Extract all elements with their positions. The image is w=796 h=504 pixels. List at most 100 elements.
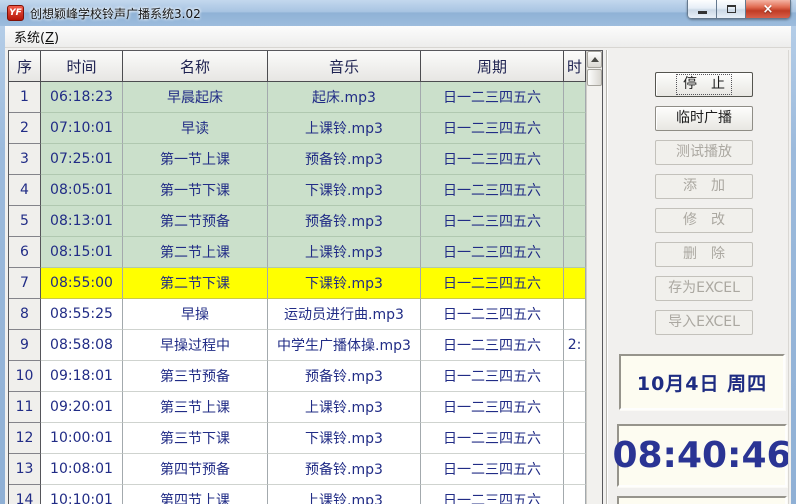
button-add-label: 添 加	[683, 178, 725, 195]
cell-music: 预备铃.mp3	[268, 361, 421, 392]
cell-period: 日一二三四五六	[421, 330, 564, 361]
cell-music: 上课铃.mp3	[268, 237, 421, 268]
cell-music: 上课铃.mp3	[268, 113, 421, 144]
table-header-row: 序时间 名称 音乐 周期时	[9, 51, 602, 82]
app-icon: YF	[7, 5, 24, 21]
maximize-button[interactable]	[716, 0, 745, 19]
table-row[interactable]: 14 10:10:01 第四节上课 上课铃.mp3 日一二三四五六	[9, 485, 602, 504]
button-stop[interactable]: 停 止	[655, 72, 753, 97]
cell-duration	[564, 268, 586, 299]
menu-system-accelerator: Z	[45, 31, 54, 46]
cell-period: 日一二三四五六	[421, 175, 564, 206]
cell-duration: 2:	[564, 330, 586, 361]
table-row[interactable]: 13 10:08:01 第四节预备 预备铃.mp3 日一二三四五六	[9, 454, 602, 485]
table-row[interactable]: 5 08:13:01 第二节预备 预备铃.mp3 日一二三四五六	[9, 206, 602, 237]
table-row[interactable]: 9 08:58:08 早操过程中 中学生广播体操.mp3 日一二三四五六 2:	[9, 330, 602, 361]
column-header-time: 时间	[41, 51, 123, 82]
cell-period: 日一二三四五六	[421, 206, 564, 237]
cell-duration	[564, 82, 586, 113]
cell-index: 7	[9, 268, 41, 299]
close-button[interactable]: ×	[745, 0, 791, 19]
cell-name: 第二节上课	[123, 237, 268, 268]
cell-music: 下课铃.mp3	[268, 423, 421, 454]
cell-duration	[564, 299, 586, 330]
cell-music: 上课铃.mp3	[268, 485, 421, 504]
cell-index: 8	[9, 299, 41, 330]
cell-duration	[564, 206, 586, 237]
cell-time: 10:08:01	[41, 454, 123, 485]
table-row[interactable]: 12 10:00:01 第三节下课 下课铃.mp3 日一二三四五六	[9, 423, 602, 454]
table-row[interactable]: 11 09:20:01 第三节上课 上课铃.mp3 日一二三四五六	[9, 392, 602, 423]
cell-index: 10	[9, 361, 41, 392]
table-row[interactable]: 2 07:10:01 早读 上课铃.mp3 日一二三四五六	[9, 113, 602, 144]
cell-name: 早操过程中	[123, 330, 268, 361]
scrollbar-up-button[interactable]	[587, 51, 602, 68]
scrollbar-thumb[interactable]	[587, 69, 602, 86]
cell-period: 日一二三四五六	[421, 392, 564, 423]
cell-name: 早读	[123, 113, 268, 144]
button-modify[interactable]: 修 改	[655, 208, 753, 233]
table-row[interactable]: 3 07:25:01 第一节上课 预备铃.mp3 日一二三四五六	[9, 144, 602, 175]
cell-name: 第四节上课	[123, 485, 268, 504]
cell-time: 08:15:01	[41, 237, 123, 268]
table-row[interactable]: 8 08:55:25 早操 运动员进行曲.mp3 日一二三四五六	[9, 299, 602, 330]
menu-system-label-close: )	[53, 31, 60, 46]
button-delete[interactable]: 删 除	[655, 242, 753, 267]
button-test-play-label: 测试播放	[676, 144, 732, 161]
cell-name: 第二节预备	[123, 206, 268, 237]
cell-index: 4	[9, 175, 41, 206]
cell-index: 14	[9, 485, 41, 504]
menu-system-label: 系统(	[14, 31, 46, 46]
cell-index: 3	[9, 144, 41, 175]
cell-duration	[564, 361, 586, 392]
table-scrollbar[interactable]	[586, 51, 602, 504]
cell-index: 2	[9, 113, 41, 144]
close-icon: ×	[762, 1, 774, 17]
cell-name: 早操	[123, 299, 268, 330]
cell-name: 第三节下课	[123, 423, 268, 454]
cell-name: 第一节下课	[123, 175, 268, 206]
cell-duration	[564, 454, 586, 485]
cell-time: 07:10:01	[41, 113, 123, 144]
button-test-play[interactable]: 测试播放	[655, 140, 753, 165]
cell-index: 6	[9, 237, 41, 268]
table-body: 1 06:18:23 早晨起床 起床.mp3 日一二三四五六 2 07:10:01 早读 上课铃…	[9, 82, 602, 504]
column-header-duration: 时	[564, 51, 586, 82]
cell-index: 1	[9, 82, 41, 113]
schedule-table: 序时间 名称 音乐 周期时 1 06:18:23 早晨起床 起床.mp3 日一二三四五六 2 07…	[8, 50, 603, 504]
cell-period: 日一二三四五六	[421, 485, 564, 504]
cell-index: 12	[9, 423, 41, 454]
cell-music: 预备铃.mp3	[268, 206, 421, 237]
cell-period: 日一二三四五六	[421, 361, 564, 392]
button-import-excel-label: 导入EXCEL	[668, 314, 740, 331]
button-temp-broadcast-label: 临时广播	[676, 110, 732, 127]
cell-index: 11	[9, 392, 41, 423]
button-import-excel[interactable]: 导入EXCEL	[655, 310, 753, 335]
table-row[interactable]: 10 09:18:01 第三节预备 预备铃.mp3 日一二三四五六	[9, 361, 602, 392]
table-row[interactable]: 4 08:05:01 第一节下课 下课铃.mp3 日一二三四五六	[9, 175, 602, 206]
table-row[interactable]: 6 08:15:01 第二节上课 上课铃.mp3 日一二三四五六	[9, 237, 602, 268]
cell-time: 06:18:23	[41, 82, 123, 113]
clock-text: 08:40:46	[612, 435, 789, 476]
button-temp-broadcast[interactable]: 临时广播	[655, 106, 753, 131]
column-header-period: 周期	[421, 51, 564, 82]
control-panel: 停 止临时广播 测试播放添 加修 改删 除存为EXCEL 导入EXCEL 10月4日…	[606, 50, 789, 504]
cell-music: 下课铃.mp3	[268, 268, 421, 299]
cell-index: 9	[9, 330, 41, 361]
minimize-button[interactable]	[687, 0, 716, 19]
cell-time: 09:18:01	[41, 361, 123, 392]
cell-time: 08:55:25	[41, 299, 123, 330]
cell-name: 第一节上课	[123, 144, 268, 175]
table-row[interactable]: 1 06:18:23 早晨起床 起床.mp3 日一二三四五六	[9, 82, 602, 113]
button-add[interactable]: 添 加	[655, 174, 753, 199]
menu-item-system[interactable]: 系统(Z)	[5, 26, 68, 48]
clock-display: 08:40:46	[612, 424, 788, 487]
cell-music: 中学生广播体操.mp3	[268, 330, 421, 361]
button-save-excel[interactable]: 存为EXCEL	[655, 276, 753, 301]
minimize-icon	[697, 10, 707, 14]
table-row[interactable]: 7 08:55:00 第二节下课 下课铃.mp3 日一二三四五六	[9, 268, 602, 299]
title-bar: YF 创想颖峰学校铃声广播系统3.02 ×	[0, 0, 796, 26]
cell-name: 早晨起床	[123, 82, 268, 113]
cell-period: 日一二三四五六	[421, 454, 564, 485]
cell-duration	[564, 392, 586, 423]
